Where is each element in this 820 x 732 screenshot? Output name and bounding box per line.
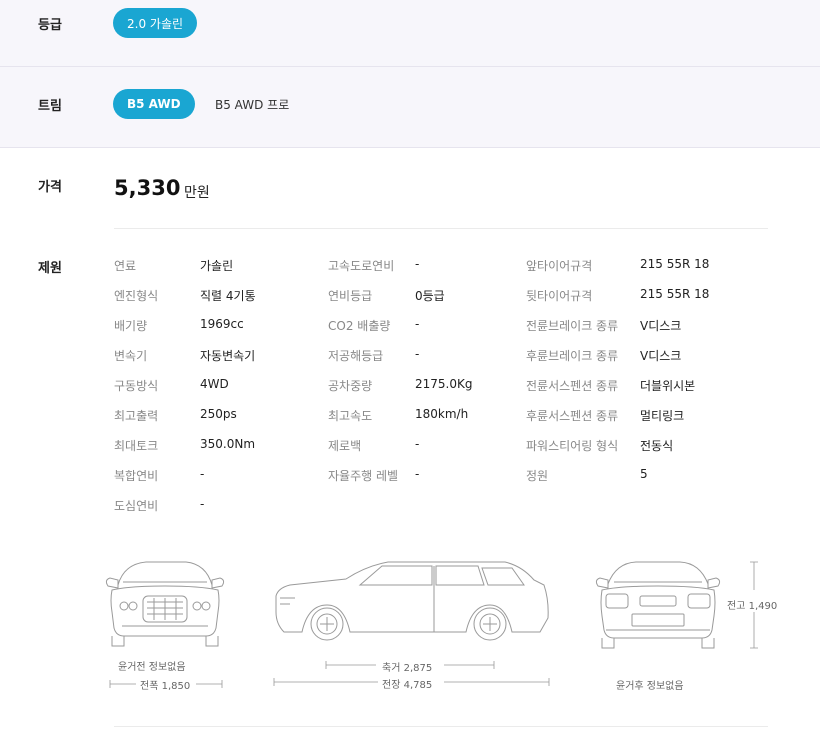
length-dimension: 전장 4,785: [382, 680, 433, 691]
price-label: 가격: [38, 180, 62, 195]
width-dimension: 전폭 1,850: [140, 681, 191, 692]
car-side-view-icon: [275, 561, 549, 641]
spec-key: 엔진형식: [114, 289, 159, 303]
spec-key: 최고출력: [114, 409, 159, 423]
grade-label: 등급: [38, 18, 62, 33]
spec-column-1: 연료 가솔린 엔진형식 직렬 4기통 배기량 1969cc 변속기 자동변속기 구동방식…: [114, 257, 256, 527]
spec-value: -: [415, 437, 420, 451]
spec-value: -: [200, 467, 205, 481]
spec-key: 전륜브레이크 종류: [526, 319, 619, 333]
spec-value: 더블위시본: [640, 379, 696, 393]
spec-key: 파워스티어링 형식: [526, 439, 619, 453]
spec-key: 연료: [114, 259, 137, 273]
grade-option-2-0-gasoline[interactable]: 2.0 가솔린: [113, 8, 198, 38]
spec-row: 후륜서스펜션 종류 멀티링크: [526, 407, 709, 437]
spec-row: 후륜브레이크 종류 V디스크: [526, 347, 709, 377]
spec-row: 변속기 자동변속기: [114, 347, 256, 377]
spec-value: 4WD: [200, 377, 229, 391]
spec-value: -: [415, 257, 420, 271]
spec-key: 앞타이어규격: [526, 259, 593, 273]
spec-value: -: [415, 467, 420, 481]
spec-column-3: 앞타이어규격 215 55R 18 뒷타이어규격 215 55R 18 전륜브레이크…: [526, 257, 709, 497]
spec-column-2: 고속도로연비 - 연비등급 0등급 CO2 배출량 - 저공해등급 - 공차중량 2175…: [328, 257, 472, 497]
price-value: 5,330: [114, 176, 181, 200]
spec-row: 최대토크 350.0Nm: [114, 437, 256, 467]
spec-key: 공차중량: [328, 379, 373, 393]
spec-key: 변속기: [114, 349, 148, 363]
spec-key: 제로백: [328, 439, 362, 453]
wheelbase-dimension: 축거 2,875: [382, 663, 433, 674]
height-dimension: 전고 1,490: [727, 601, 778, 612]
spec-value: 가솔린: [200, 259, 234, 273]
spec-key: 뒷타이어규격: [526, 289, 593, 303]
spec-value: 1969cc: [200, 317, 244, 331]
spec-key: 전륜서스펜션 종류: [526, 379, 619, 393]
spec-key: 배기량: [114, 319, 148, 333]
specs-label: 제원: [38, 261, 62, 276]
spec-value: 전동식: [640, 439, 674, 453]
car-rear-view-icon: [595, 561, 721, 649]
spec-value: 215 55R 18: [640, 287, 710, 301]
trim-option-b5-awd-pro[interactable]: B5 AWD 프로: [201, 89, 303, 119]
spec-value: 멀티링크: [640, 409, 685, 423]
spec-key: 최대토크: [114, 439, 159, 453]
spec-row: 최고속도 180km/h: [328, 407, 472, 437]
price-unit: 만원: [184, 185, 210, 201]
spec-key: 도심연비: [114, 499, 159, 513]
spec-row: 앞타이어규격 215 55R 18: [526, 257, 709, 287]
spec-key: 후륜서스펜션 종류: [526, 409, 619, 423]
spec-value: 2175.0Kg: [415, 377, 473, 391]
spec-key: 고속도로연비: [328, 259, 395, 273]
spec-key: 정원: [526, 469, 549, 483]
spec-value: 250ps: [200, 407, 237, 421]
bottom-divider: [114, 726, 768, 727]
spec-row: 뒷타이어규격 215 55R 18: [526, 287, 709, 317]
spec-row: 자율주행 레벨 -: [328, 467, 472, 497]
spec-row: 전륜브레이크 종류 V디스크: [526, 317, 709, 347]
spec-key: 복합연비: [114, 469, 159, 483]
car-front-view-icon: [105, 561, 225, 647]
spec-key: 자율주행 레벨: [328, 469, 399, 483]
spec-key: 연비등급: [328, 289, 373, 303]
section-divider: [114, 228, 768, 229]
spec-value: 5: [640, 467, 648, 481]
spec-value: V디스크: [640, 349, 682, 363]
spec-row: 복합연비 -: [114, 467, 256, 497]
spec-value: 0등급: [415, 289, 445, 303]
spec-row: 배기량 1969cc: [114, 317, 256, 347]
spec-value: V디스크: [640, 319, 682, 333]
spec-row: 연비등급 0등급: [328, 287, 472, 317]
spec-value: 직렬 4기통: [200, 289, 256, 303]
front-track-dimension: 윤거전 정보없음: [118, 662, 186, 673]
spec-value: -: [415, 317, 420, 331]
spec-value: -: [415, 347, 420, 361]
spec-value: 350.0Nm: [200, 437, 256, 451]
spec-row: 연료 가솔린: [114, 257, 256, 287]
spec-value: -: [200, 497, 205, 511]
spec-key: 저공해등급: [328, 349, 384, 363]
spec-row: 파워스티어링 형식 전동식: [526, 437, 709, 467]
spec-key: 후륜브레이크 종류: [526, 349, 619, 363]
spec-row: 공차중량 2175.0Kg: [328, 377, 472, 407]
spec-row: 고속도로연비 -: [328, 257, 472, 287]
spec-row: 구동방식 4WD: [114, 377, 256, 407]
rear-track-dimension: 윤거후 정보없음: [616, 681, 684, 692]
spec-value: 215 55R 18: [640, 257, 710, 271]
spec-row: 제로백 -: [328, 437, 472, 467]
spec-row: 정원 5: [526, 467, 709, 497]
spec-key: 구동방식: [114, 379, 159, 393]
spec-row: CO2 배출량 -: [328, 317, 472, 347]
spec-key: 최고속도: [328, 409, 373, 423]
trim-label: 트림: [38, 99, 62, 114]
spec-row: 저공해등급 -: [328, 347, 472, 377]
spec-row: 엔진형식 직렬 4기통: [114, 287, 256, 317]
spec-row: 도심연비 -: [114, 497, 256, 527]
spec-key: CO2 배출량: [328, 319, 391, 333]
spec-value: 180km/h: [415, 407, 469, 421]
spec-row: 전륜서스펜션 종류 더블위시본: [526, 377, 709, 407]
spec-row: 최고출력 250ps: [114, 407, 256, 437]
trim-option-b5-awd[interactable]: B5 AWD: [113, 89, 195, 119]
spec-value: 자동변속기: [200, 349, 256, 363]
